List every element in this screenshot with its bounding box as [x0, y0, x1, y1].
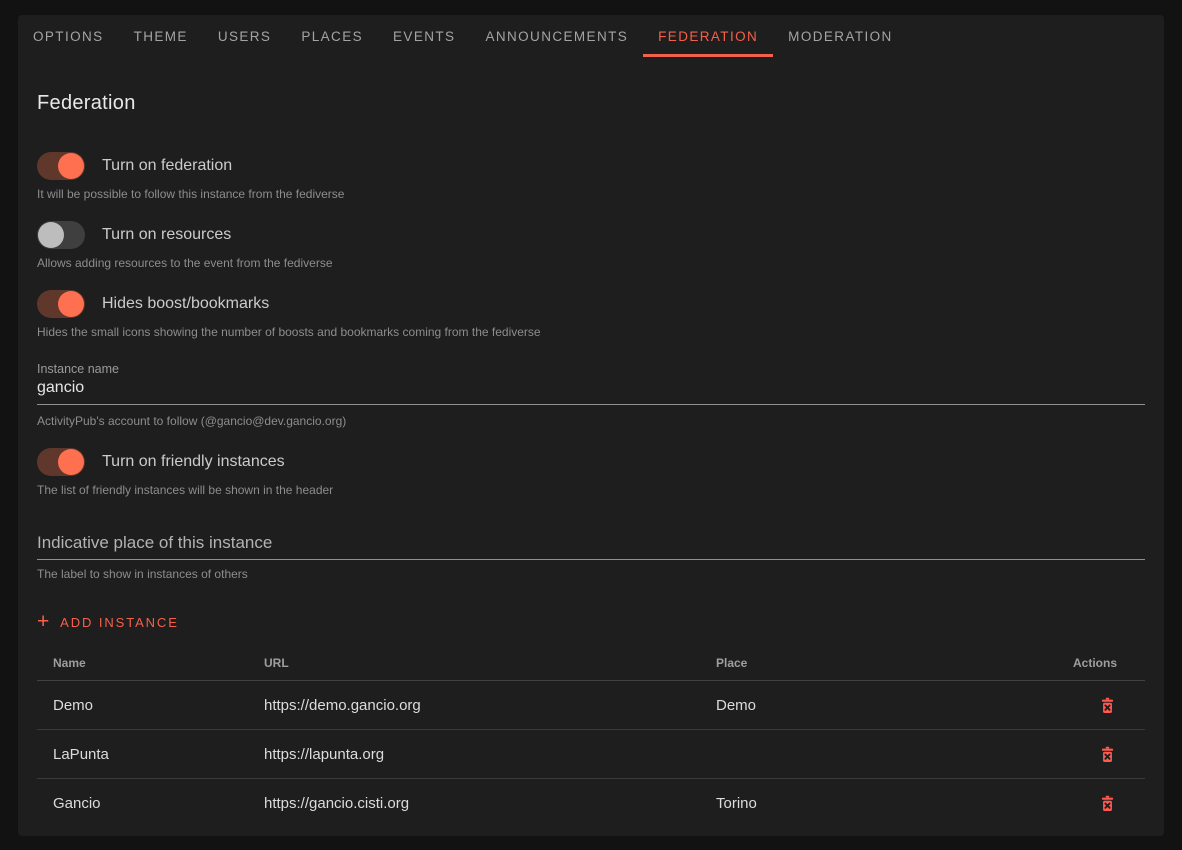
toggle-boost-bookmarks[interactable]: [37, 290, 85, 318]
toggle-friendly-instances[interactable]: [37, 448, 85, 476]
toggle-federation-hint: It will be possible to follow this insta…: [37, 187, 1145, 201]
tab-announcements[interactable]: ANNOUNCEMENTS: [470, 15, 643, 57]
instance-place-hint: The label to show in instances of others: [37, 567, 1145, 581]
toggle-resources-label: Turn on resources: [102, 226, 231, 244]
cell-name: LaPunta: [37, 746, 248, 763]
cell-url: https://gancio.cisti.org: [248, 795, 700, 812]
column-header-url: URL: [248, 656, 700, 670]
toggle-thumb: [38, 222, 64, 248]
toggle-resources-hint: Allows adding resources to the event fro…: [37, 256, 1145, 270]
federation-settings: Federation Turn on federation It will be…: [18, 57, 1164, 581]
delete-instance-button[interactable]: [1098, 794, 1117, 813]
friendly-instances-table: Name URL Place Actions Demo https://demo…: [37, 645, 1145, 828]
tab-events[interactable]: EVENTS: [378, 15, 470, 57]
page-title: Federation: [37, 57, 1145, 115]
toggle-friendly-instances-hint: The list of friendly instances will be s…: [37, 483, 1145, 497]
tab-places[interactable]: PLACES: [286, 15, 378, 57]
table-row: LaPunta https://lapunta.org: [37, 730, 1145, 779]
instance-name-label: Instance name: [37, 362, 1145, 376]
table-row: Gancio https://gancio.cisti.org Torino: [37, 779, 1145, 828]
toggle-thumb: [58, 153, 84, 179]
tab-options[interactable]: OPTIONS: [18, 15, 119, 57]
plus-icon: +: [37, 612, 51, 632]
table-body: Demo https://demo.gancio.org Demo: [37, 681, 1145, 828]
toggle-thumb: [58, 449, 84, 475]
cell-url: https://demo.gancio.org: [248, 697, 700, 714]
instance-place-field: The label to show in instances of others: [37, 531, 1145, 581]
setting-federation: Turn on federation It will be possible t…: [37, 152, 1145, 201]
table-row: Demo https://demo.gancio.org Demo: [37, 681, 1145, 730]
setting-boost-bookmarks: Hides boost/bookmarks Hides the small ic…: [37, 290, 1145, 339]
column-header-name: Name: [37, 656, 248, 670]
tab-moderation[interactable]: MODERATION: [773, 15, 908, 57]
instance-name-input[interactable]: [37, 376, 1145, 405]
toggle-thumb: [58, 291, 84, 317]
toggle-federation-label: Turn on federation: [102, 157, 232, 175]
tab-theme[interactable]: THEME: [119, 15, 203, 57]
tab-users[interactable]: USERS: [203, 15, 287, 57]
column-header-actions: Actions: [1047, 656, 1145, 670]
toggle-federation[interactable]: [37, 152, 85, 180]
cell-name: Gancio: [37, 795, 248, 812]
cell-place: Demo: [700, 697, 1047, 714]
cell-place: Torino: [700, 795, 1047, 812]
admin-tabs: OPTIONS THEME USERS PLACES EVENTS ANNOUN…: [18, 15, 1164, 57]
table-header-row: Name URL Place Actions: [37, 645, 1145, 681]
tab-federation[interactable]: FEDERATION: [643, 15, 773, 57]
trash-icon: [1098, 696, 1117, 715]
column-header-place: Place: [700, 656, 1047, 670]
cell-name: Demo: [37, 697, 248, 714]
toggle-resources[interactable]: [37, 221, 85, 249]
setting-friendly-instances: Turn on friendly instances The list of f…: [37, 448, 1145, 497]
trash-icon: [1098, 745, 1117, 764]
toggle-boost-bookmarks-hint: Hides the small icons showing the number…: [37, 325, 1145, 339]
trash-icon: [1098, 794, 1117, 813]
delete-instance-button[interactable]: [1098, 745, 1117, 764]
instance-place-input[interactable]: [37, 531, 1145, 560]
delete-instance-button[interactable]: [1098, 696, 1117, 715]
setting-resources: Turn on resources Allows adding resource…: [37, 221, 1145, 270]
add-instance-button[interactable]: + ADD INSTANCE: [37, 607, 179, 637]
cell-url: https://lapunta.org: [248, 746, 700, 763]
toggle-friendly-instances-label: Turn on friendly instances: [102, 453, 285, 471]
instance-name-field: Instance name ActivityPub's account to f…: [37, 362, 1145, 428]
toggle-boost-bookmarks-label: Hides boost/bookmarks: [102, 295, 269, 313]
admin-panel-card: OPTIONS THEME USERS PLACES EVENTS ANNOUN…: [18, 15, 1164, 836]
add-instance-label: ADD INSTANCE: [60, 615, 179, 630]
instance-name-hint: ActivityPub's account to follow (@gancio…: [37, 414, 1145, 428]
